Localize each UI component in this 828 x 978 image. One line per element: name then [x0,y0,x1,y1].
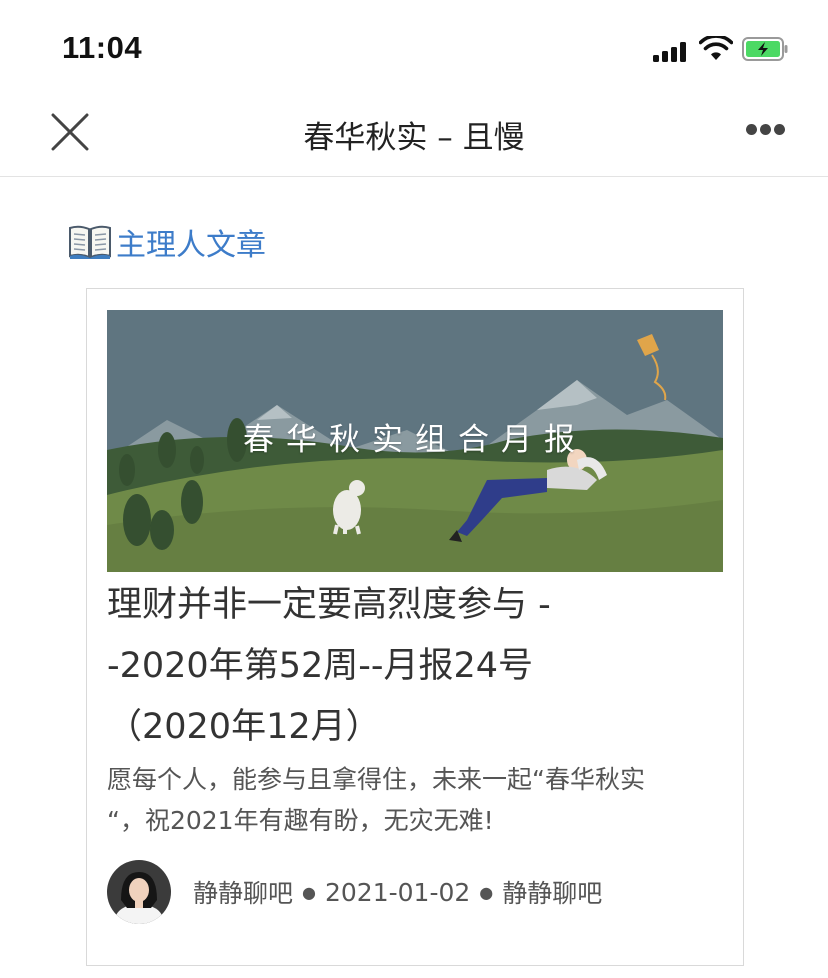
battery-charging-icon [742,37,788,61]
avatar[interactable] [107,860,171,924]
separator-dot: ● [302,882,316,902]
article-title-line: 理财并非一定要高烈度参与 - [107,585,551,625]
article-description-line: “，祝2021年有趣有盼，无灾无难! [107,806,494,835]
article-title[interactable]: 理财并非一定要高烈度参与 - -2020年第52周--月报24号 （2020年1… [107,575,727,758]
article-card[interactable]: 春华秋实组合月报 理财并非一定要高烈度参与 - -2020年第52周--月报24… [86,288,744,966]
cover-banner-text: 春华秋实组合月报 [243,422,587,458]
author-row: 静静聊吧 ● 2021-01-02 ● 静静聊吧 [107,859,602,925]
article-meta: 静静聊吧 ● 2021-01-02 ● 静静聊吧 [193,874,602,910]
nav-bar: 春华秋实 – 且慢 [0,92,828,177]
article-cover-image[interactable]: 春华秋实组合月报 [107,310,723,572]
nav-title: 春华秋实 – 且慢 [303,120,525,156]
status-time: 11:04 [62,30,143,65]
section-header: 主理人文章 [68,220,266,264]
section-label[interactable]: 主理人文章 [116,220,266,264]
article-description: 愿每个人，能参与且拿得住，未来一起“春华秋实 “，祝2021年有趣有盼，无灾无难… [107,759,727,841]
wifi-icon [699,36,733,60]
open-book-icon [69,225,111,259]
status-bar: 11:04 [0,0,828,92]
source-name[interactable]: 静静聊吧 [502,874,602,910]
publish-date: 2021-01-02 [324,877,471,907]
article-description-line: 愿每个人，能参与且拿得住，未来一起“春华秋实 [107,765,645,794]
article-title-line: -2020年第52周--月报24号 [107,646,534,686]
article-title-line: （2020年12月） [107,707,381,747]
more-options-icon[interactable] [744,122,788,138]
author-name[interactable]: 静静聊吧 [193,874,293,910]
cellular-signal-icon [653,42,689,62]
separator-dot: ● [479,882,494,902]
